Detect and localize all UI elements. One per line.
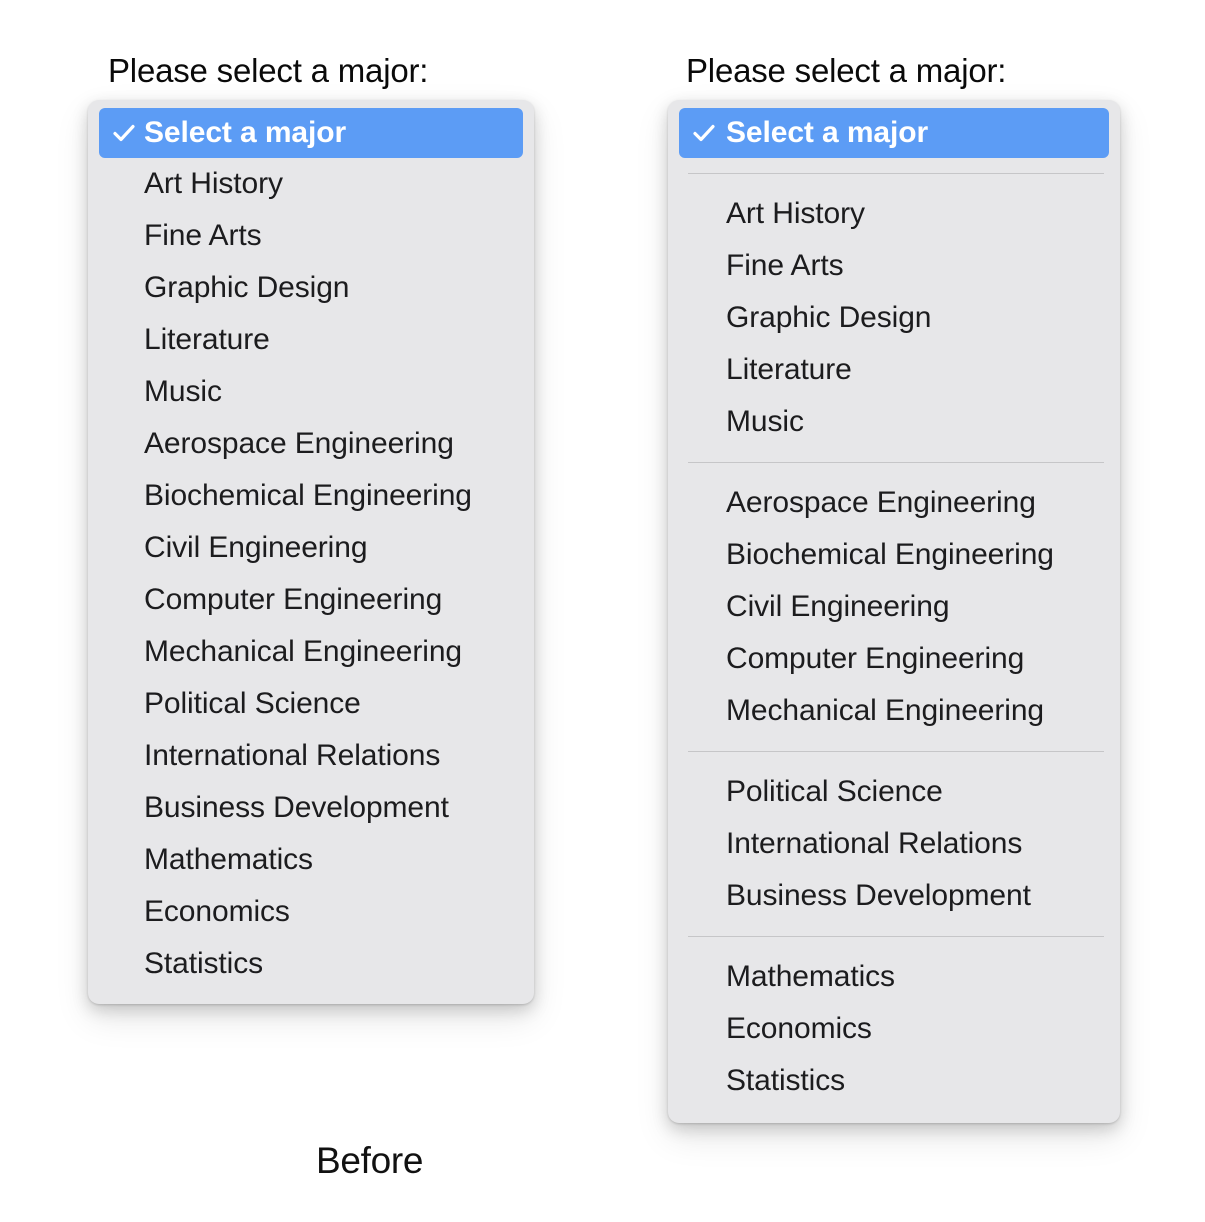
option-label: Aerospace Engineering (144, 427, 454, 460)
option-label: International Relations (726, 827, 1023, 860)
option-item[interactable]: Art History (88, 158, 534, 210)
option-label: Music (144, 375, 222, 408)
page-title-chrome119: Please select a major: (686, 52, 1007, 89)
page-title-before: Please select a major: (108, 52, 429, 89)
option-item[interactable]: Political Science (668, 766, 1120, 818)
option-label: Mechanical Engineering (144, 635, 463, 668)
option-label: Music (726, 405, 804, 438)
option-label: Mechanical Engineering (726, 694, 1045, 727)
option-label: Select a major (726, 116, 929, 149)
select-dropdown-before[interactable]: Select a major Art History Fine Arts Graph… (88, 100, 534, 1004)
option-group-separator (688, 462, 1104, 463)
option-label: Economics (144, 895, 290, 928)
option-label: Mathematics (144, 843, 313, 876)
option-label: Literature (144, 323, 270, 356)
option-label: Mathematics (726, 960, 895, 993)
option-label: Computer Engineering (726, 642, 1025, 675)
option-label: Graphic Design (144, 271, 350, 304)
option-label: Computer Engineering (144, 583, 443, 616)
option-label: Political Science (144, 687, 361, 720)
option-label: Civil Engineering (144, 531, 368, 564)
option-label: Art History (144, 167, 283, 200)
option-label: Civil Engineering (726, 590, 950, 623)
option-label: Select a major (144, 116, 347, 149)
option-label: Business Development (726, 879, 1031, 912)
option-group-separator (688, 173, 1104, 174)
option-item[interactable]: Fine Arts (88, 210, 534, 262)
option-item[interactable]: International Relations (668, 818, 1120, 870)
option-item[interactable]: Economics (88, 886, 534, 938)
option-selected-before[interactable]: Select a major (99, 108, 523, 158)
option-item[interactable]: Music (668, 396, 1120, 448)
option-label: Statistics (726, 1064, 846, 1097)
option-item[interactable]: Civil Engineering (668, 581, 1120, 633)
option-label: Art History (726, 197, 865, 230)
option-item[interactable]: Computer Engineering (668, 633, 1120, 685)
option-item[interactable]: Economics (668, 1003, 1120, 1055)
option-item[interactable]: Political Science (88, 678, 534, 730)
option-item[interactable]: Graphic Design (668, 292, 1120, 344)
option-item[interactable]: Graphic Design (88, 262, 534, 314)
option-item[interactable]: Aerospace Engineering (668, 477, 1120, 529)
option-item[interactable]: Civil Engineering (88, 522, 534, 574)
option-label: Economics (726, 1012, 872, 1045)
option-label: Business Development (144, 791, 449, 824)
option-item[interactable]: Statistics (88, 938, 534, 990)
option-label: Statistics (144, 947, 264, 980)
option-group-separator (688, 936, 1104, 937)
option-item[interactable]: International Relations (88, 730, 534, 782)
select-dropdown-chrome119[interactable]: Select a major Art History Fine Arts Graph… (668, 100, 1120, 1123)
option-label: Aerospace Engineering (726, 486, 1036, 519)
comparison-stage: Please select a major: Select a major Ar… (0, 0, 1205, 1222)
option-label: Biochemical Engineering (726, 538, 1054, 571)
option-item[interactable]: Mechanical Engineering (668, 685, 1120, 737)
option-label: Graphic Design (726, 301, 932, 334)
option-group: Mathematics Economics Statistics (668, 951, 1120, 1107)
option-label: Biochemical Engineering (144, 479, 472, 512)
option-list-before: Art History Fine Arts Graphic Design Litera… (88, 158, 534, 990)
option-item[interactable]: Art History (668, 188, 1120, 240)
option-group: Political Science International Relations… (668, 766, 1120, 922)
option-label: Literature (726, 353, 852, 386)
option-item[interactable]: Biochemical Engineering (88, 470, 534, 522)
option-item[interactable]: Statistics (668, 1055, 1120, 1107)
option-label: Fine Arts (144, 219, 262, 252)
option-item[interactable]: Business Development (668, 870, 1120, 922)
option-label: International Relations (144, 739, 441, 772)
checkmark-icon (691, 120, 717, 146)
option-group-separator (688, 751, 1104, 752)
option-group: Art History Fine Arts Graphic Design Litera… (668, 188, 1120, 448)
option-group-list-chrome119: Art History Fine Arts Graphic Design Litera… (668, 173, 1120, 1107)
option-item[interactable]: Biochemical Engineering (668, 529, 1120, 581)
option-item[interactable]: Computer Engineering (88, 574, 534, 626)
option-item[interactable]: Mathematics (668, 951, 1120, 1003)
option-item[interactable]: Literature (668, 344, 1120, 396)
caption-before: Before (316, 1140, 424, 1181)
option-item[interactable]: Literature (88, 314, 534, 366)
option-label: Fine Arts (726, 249, 844, 282)
option-item[interactable]: Music (88, 366, 534, 418)
option-label: Political Science (726, 775, 943, 808)
option-item[interactable]: Mechanical Engineering (88, 626, 534, 678)
option-item[interactable]: Aerospace Engineering (88, 418, 534, 470)
option-item[interactable]: Mathematics (88, 834, 534, 886)
option-group: Aerospace Engineering Biochemical Enginee… (668, 477, 1120, 737)
option-selected-chrome119[interactable]: Select a major (679, 108, 1109, 158)
option-item[interactable]: Business Development (88, 782, 534, 834)
checkmark-icon (111, 120, 137, 146)
option-item[interactable]: Fine Arts (668, 240, 1120, 292)
